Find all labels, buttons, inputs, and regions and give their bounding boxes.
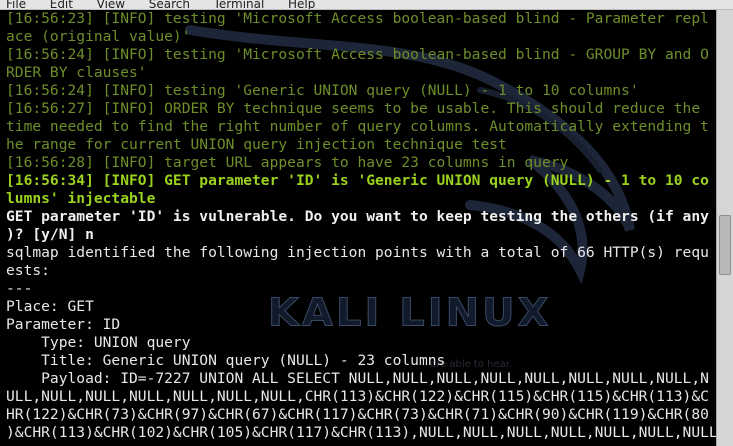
terminal-line: HR(122)&CHR(73)&CHR(97)&CHR(67)&CHR(117)… — [6, 406, 709, 423]
terminal-output[interactable]: KALI LINUX are able to hear. [16:56:23] … — [0, 10, 716, 446]
terminal-line: ests: — [6, 262, 50, 279]
terminal-line: [16:56:28] [INFO] target URL appears to … — [6, 154, 569, 171]
terminal-line: )&CHR(113)&CHR(102)&CHR(105)&CHR(117)&CH… — [6, 424, 716, 441]
terminal-line: GET parameter 'ID' is vulnerable. Do you… — [6, 208, 709, 225]
terminal-line: [16:56:23] [INFO] testing 'Microsoft Acc… — [6, 10, 709, 27]
terminal-line: Place: GET — [6, 298, 94, 315]
terminal-line: ace (original value)' — [6, 28, 191, 45]
menu-file[interactable]: File — [6, 0, 26, 9]
terminal-line: --- — [6, 280, 33, 297]
terminal-line: RDER BY clauses' — [6, 64, 147, 81]
terminal-line: [16:56:24] [INFO] testing 'Microsoft Acc… — [6, 46, 709, 63]
terminal-line: [16:56:27] [INFO] ORDER BY technique see… — [6, 100, 701, 117]
terminal-scrollbar[interactable] — [716, 10, 733, 446]
menu-view[interactable]: View — [97, 0, 125, 9]
terminal-line: time needed to find the right number of … — [6, 118, 709, 135]
terminal-line: Title: Generic UNION query (NULL) - 23 c… — [6, 352, 446, 369]
scrollbar-thumb[interactable] — [719, 215, 731, 275]
terminal-line: )? [y/N] n — [6, 226, 94, 243]
menu-edit[interactable]: Edit — [50, 0, 73, 9]
menu-bar: File Edit View Search Terminal Help — [0, 0, 733, 10]
terminal-line: lumns' injectable — [6, 190, 156, 207]
terminal-line: sqlmap identified the following injectio… — [6, 244, 709, 261]
terminal-line: [16:56:24] [INFO] testing 'Generic UNION… — [6, 82, 639, 99]
terminal-line: Type: UNION query — [6, 334, 191, 351]
terminal-line: Parameter: ID — [6, 316, 121, 333]
terminal-line: [16:56:34] [INFO] GET parameter 'ID' is … — [6, 172, 709, 189]
terminal-line: he range for current UNION query injecti… — [6, 136, 507, 153]
terminal-lines: [16:56:23] [INFO] testing 'Microsoft Acc… — [6, 10, 716, 442]
terminal-line: ULL,NULL,NULL,NULL,NULL,NULL,NULL,CHR(11… — [6, 388, 709, 405]
menu-terminal[interactable]: Terminal — [214, 0, 265, 9]
menu-search[interactable]: Search — [149, 0, 190, 9]
terminal-line: Payload: ID=-7227 UNION ALL SELECT NULL,… — [6, 370, 709, 387]
menu-help[interactable]: Help — [288, 0, 315, 9]
